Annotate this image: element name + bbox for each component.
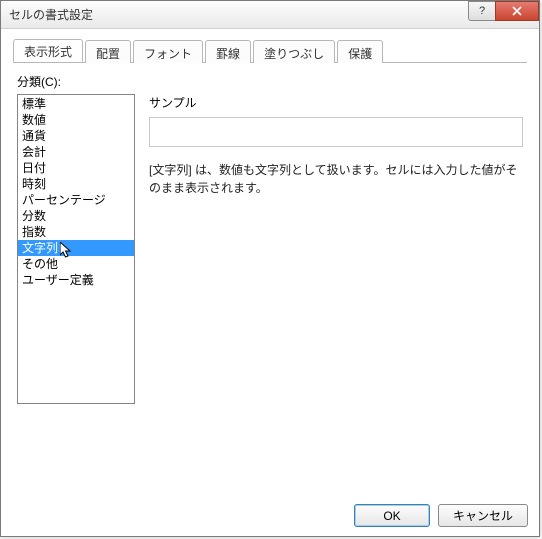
dialog-window: セルの書式設定 ? 表示形式 配置 フォント 罫線 塗りつぶし 保護 分類(C)… bbox=[0, 0, 540, 537]
tab-font[interactable]: フォント bbox=[133, 40, 203, 63]
category-item[interactable]: ユーザー定義 bbox=[18, 272, 134, 288]
category-item[interactable]: 分数 bbox=[18, 208, 134, 224]
tab-fill[interactable]: 塗りつぶし bbox=[253, 40, 335, 63]
dialog-content: 表示形式 配置 フォント 罫線 塗りつぶし 保護 分類(C): 標準数値通貨会計… bbox=[1, 29, 539, 404]
sample-label: サンプル bbox=[149, 94, 523, 111]
ok-button[interactable]: OK bbox=[354, 504, 430, 527]
sample-box bbox=[149, 117, 523, 147]
window-controls: ? bbox=[469, 1, 539, 21]
ok-button-label: OK bbox=[383, 509, 400, 523]
category-item[interactable]: 時刻 bbox=[18, 176, 134, 192]
window-title: セルの書式設定 bbox=[9, 6, 93, 23]
tab-panel: 分類(C): 標準数値通貨会計日付時刻パーセンテージ分数指数文字列その他ユーザー… bbox=[13, 63, 527, 404]
category-label: 分類(C): bbox=[17, 73, 523, 90]
tab-display-format[interactable]: 表示形式 bbox=[13, 39, 83, 62]
category-item[interactable]: 数値 bbox=[18, 112, 134, 128]
cancel-button-label: キャンセル bbox=[453, 507, 513, 524]
category-listbox[interactable]: 標準数値通貨会計日付時刻パーセンテージ分数指数文字列その他ユーザー定義 bbox=[17, 94, 135, 404]
help-button[interactable]: ? bbox=[468, 1, 496, 21]
right-pane: サンプル [文字列] は、数値も文字列として扱います。セルには入力した値がそのま… bbox=[149, 94, 523, 404]
tab-border[interactable]: 罫線 bbox=[205, 40, 251, 63]
category-item[interactable]: 日付 bbox=[18, 160, 134, 176]
category-item[interactable]: 標準 bbox=[18, 96, 134, 112]
dialog-buttons: OK キャンセル bbox=[354, 504, 528, 527]
description-text: [文字列] は、数値も文字列として扱います。セルには入力した値がそのまま表示され… bbox=[149, 161, 523, 197]
category-item[interactable]: パーセンテージ bbox=[18, 192, 134, 208]
cancel-button[interactable]: キャンセル bbox=[438, 504, 528, 527]
close-button[interactable] bbox=[495, 1, 539, 21]
tab-alignment[interactable]: 配置 bbox=[85, 40, 131, 63]
category-item[interactable]: その他 bbox=[18, 256, 134, 272]
category-item[interactable]: 通貨 bbox=[18, 128, 134, 144]
tab-strip: 表示形式 配置 フォント 罫線 塗りつぶし 保護 bbox=[13, 39, 527, 63]
titlebar: セルの書式設定 ? bbox=[1, 1, 539, 29]
category-item[interactable]: 文字列 bbox=[18, 240, 134, 256]
category-item[interactable]: 指数 bbox=[18, 224, 134, 240]
close-icon bbox=[512, 6, 522, 16]
category-item[interactable]: 会計 bbox=[18, 144, 134, 160]
tab-protection[interactable]: 保護 bbox=[337, 40, 383, 63]
